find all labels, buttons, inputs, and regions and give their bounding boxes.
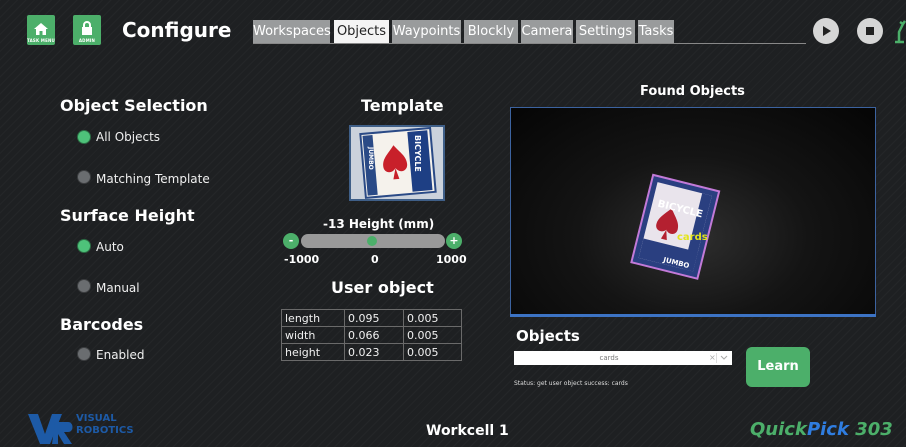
radio-all-objects-label: All Objects	[96, 130, 161, 144]
object-selection-heading: Object Selection	[60, 96, 208, 115]
found-objects-heading: Found Objects	[640, 84, 745, 99]
product-name-part-2: Pick	[806, 419, 849, 440]
detection-label: cards	[677, 232, 708, 243]
table-row: height 0.023 0.005	[281, 343, 462, 361]
play-button[interactable]	[813, 18, 839, 44]
radio-auto-label: Auto	[96, 240, 124, 254]
table-cell: length	[281, 309, 345, 327]
tab-workspaces[interactable]: Workspaces	[253, 20, 331, 43]
slider-max-label: 1000	[436, 253, 467, 266]
product-name-part-3: 303	[848, 419, 893, 440]
table-cell: height	[281, 343, 345, 361]
radio-matching-template-label: Matching Template	[96, 172, 210, 186]
barcodes-enabled-label: Enabled	[96, 348, 145, 362]
slider-min-label: -1000	[284, 253, 320, 266]
clear-icon[interactable]: ×	[709, 351, 716, 365]
user-object-table: length 0.095 0.005 width 0.066 0.005 hei…	[281, 309, 462, 361]
table-cell[interactable]: 0.005	[403, 343, 462, 361]
table-cell[interactable]: 0.095	[344, 309, 404, 327]
height-decrease-button[interactable]: -	[283, 233, 299, 249]
surface-height-heading: Surface Height	[60, 206, 195, 225]
task-menu-label: TASK MENU	[27, 38, 55, 43]
play-icon	[823, 26, 831, 36]
user-object-heading: User object	[331, 278, 434, 297]
template-sub-text: JUMBO	[367, 147, 374, 170]
objects-combobox-value: cards	[599, 354, 619, 362]
admin-label: ADMIN	[78, 38, 96, 43]
height-slider-thumb[interactable]	[367, 236, 377, 246]
logo-word-robotics: ROBOTICS	[76, 425, 134, 436]
chevron-down-icon[interactable]	[720, 355, 728, 361]
tab-camera[interactable]: Camera	[521, 20, 573, 43]
product-name-part-1: Quick	[750, 419, 807, 440]
lock-icon	[82, 21, 92, 35]
tab-divider	[253, 43, 806, 44]
template-brand-text: BICYCLE	[413, 135, 422, 172]
table-row: width 0.066 0.005	[281, 326, 462, 344]
camera-view-bottom-bar	[510, 314, 876, 317]
learn-button[interactable]: Learn	[746, 347, 810, 387]
table-cell[interactable]: 0.066	[344, 326, 404, 344]
tab-objects[interactable]: Objects	[334, 20, 389, 43]
home-icon	[34, 23, 48, 35]
visual-robotics-logo	[28, 414, 73, 444]
combobox-divider	[716, 353, 717, 363]
radio-auto[interactable]	[78, 240, 90, 252]
camera-view: BICYCLE JUMBO cards	[510, 107, 876, 317]
objects-heading: Objects	[516, 327, 580, 345]
admin-button[interactable]: ADMIN	[73, 15, 101, 45]
barcodes-heading: Barcodes	[60, 315, 144, 334]
height-increase-button[interactable]: +	[446, 233, 462, 249]
table-cell: width	[281, 326, 345, 344]
checkbox-barcodes-enabled[interactable]	[78, 348, 90, 360]
tab-settings[interactable]: Settings	[576, 20, 635, 43]
template-heading: Template	[361, 96, 444, 115]
robot-arm-icon[interactable]	[893, 18, 906, 44]
height-slider-label: -13 Height (mm)	[323, 217, 435, 231]
objects-combobox[interactable]: cards ×	[514, 351, 732, 365]
radio-manual-label: Manual	[96, 281, 140, 295]
tab-tasks[interactable]: Tasks	[638, 20, 674, 43]
radio-manual[interactable]	[78, 280, 90, 292]
status-text: Status: get user object success: cards	[514, 380, 628, 387]
radio-all-objects[interactable]	[78, 131, 90, 143]
radio-matching-template[interactable]	[78, 171, 90, 183]
stop-icon	[866, 27, 874, 35]
product-name: QuickPick 303	[750, 419, 893, 440]
tab-blockly[interactable]: Blockly	[464, 20, 518, 43]
stop-button[interactable]	[857, 18, 883, 44]
table-row: length 0.095 0.005	[281, 309, 462, 327]
tab-waypoints[interactable]: Waypoints	[392, 20, 461, 43]
task-menu-button[interactable]: TASK MENU	[27, 15, 55, 45]
workcell-label: Workcell 1	[426, 423, 509, 439]
logo-word-visual: VISUAL	[76, 413, 117, 424]
table-cell[interactable]: 0.005	[403, 326, 462, 344]
table-cell[interactable]: 0.005	[403, 309, 462, 327]
slider-mid-label: 0	[371, 253, 379, 266]
page-title: Configure	[122, 18, 232, 42]
template-image: BICYCLE JUMBO	[349, 125, 445, 201]
table-cell[interactable]: 0.023	[344, 343, 404, 361]
